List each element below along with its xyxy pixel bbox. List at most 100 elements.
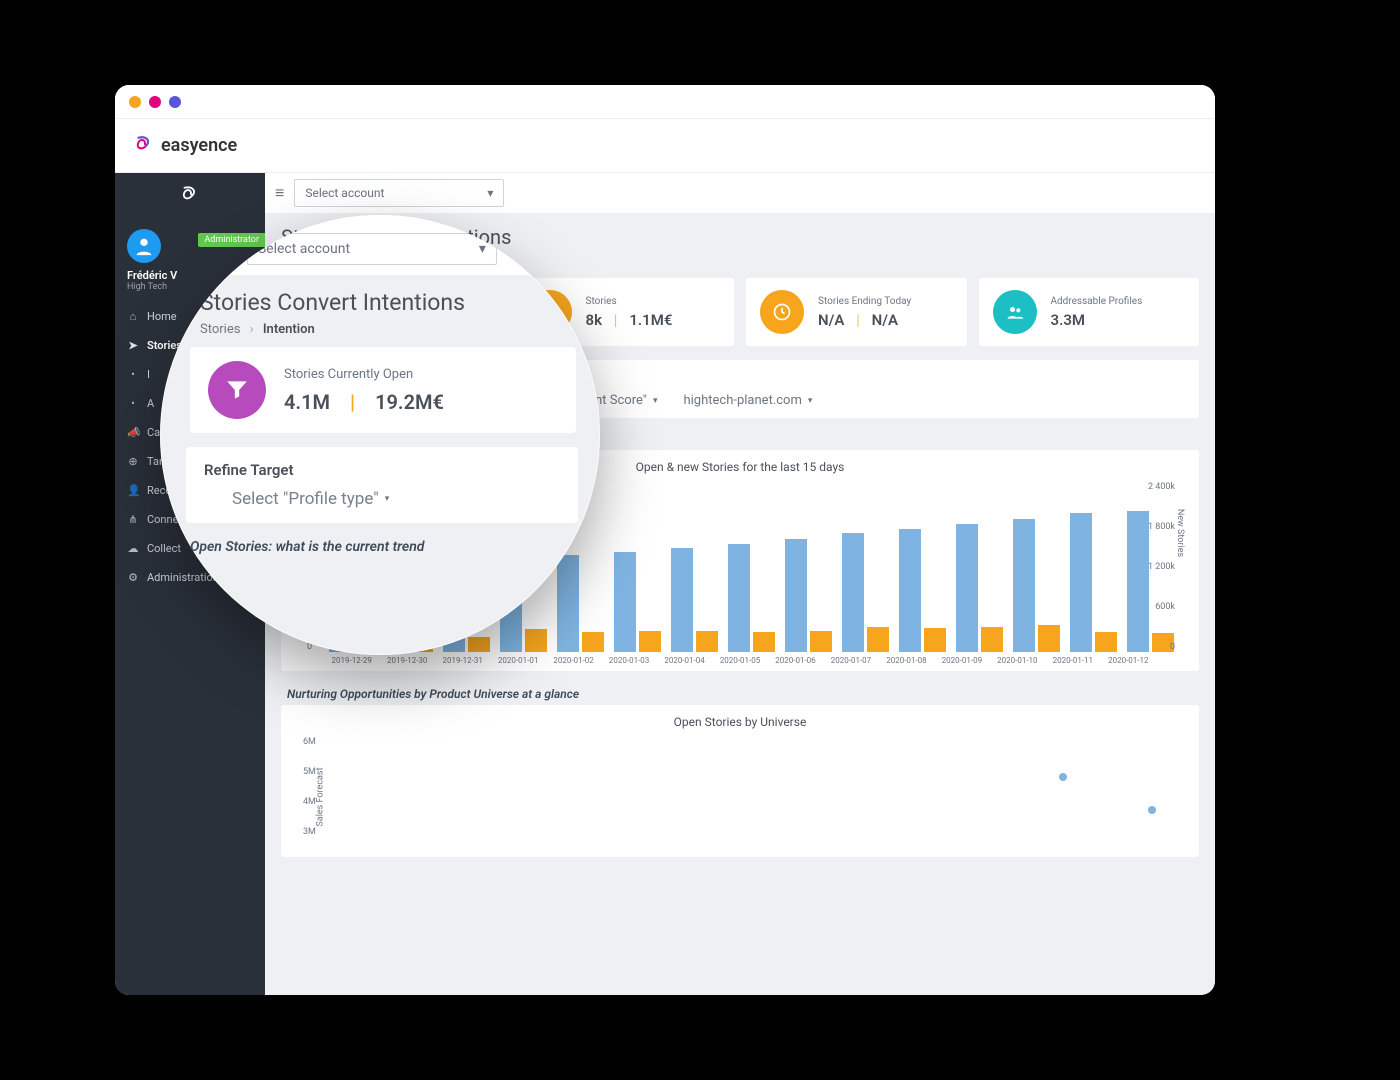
kpi-value-1: N/A [818,311,844,329]
account-select-label: Select account [305,186,384,200]
chart2-title: Open Stories by Universe [297,715,1183,729]
x-tick: 2019-12-29 [329,656,374,665]
x-tick: 2020-01-07 [828,656,873,665]
avatar [127,229,161,263]
x-tick: 2019-12-31 [440,656,485,665]
clock-icon [760,290,804,334]
page-title: Stories Convert Intentions [200,289,566,316]
y-tick-right: 0 [1170,642,1175,652]
window-dot-2[interactable] [149,96,161,108]
window-titlebar [115,85,1215,119]
kpi-value-1: 8k [586,311,603,329]
bar-new [525,629,547,652]
x-tick: 2020-01-09 [939,656,984,665]
scatter-point [1148,806,1156,814]
bar-open [1070,513,1092,652]
kpi-card: Addressable Profiles 3.3M [979,278,1200,346]
y-tick: 5M [303,767,316,777]
top-toolbar: ≡ Select account ▾ [265,173,1215,213]
sidebar-item-label: I [147,368,150,381]
chart2-ylabel: Sales Forecast [316,767,326,826]
chevron-down-icon: ▾ [653,396,658,406]
kpi-card-open-stories: Stories Currently Open 4.1M | 19.2M€ [190,347,576,433]
x-tick: 2020-01-02 [551,656,596,665]
bar-open [728,544,750,652]
sidebar-item-label: A [147,397,154,410]
bar-open [671,548,693,652]
bar-open [1127,511,1149,652]
nurturing-section-label: Nurturing Opportunities by Product Unive… [265,681,1215,705]
kpi-divider: | [856,311,859,329]
brand-name: easyence [161,135,237,156]
chevron-right-icon: › [250,322,254,337]
bar-group [557,555,604,652]
kpi-value-2: 1.1M€ [629,311,672,329]
x-tick: 2020-01-03 [606,656,651,665]
bar-group [728,544,775,652]
kpi-label: Stories Ending Today [818,296,953,307]
bar-open [785,539,807,652]
bar-open [842,533,864,652]
bar-open [614,552,636,652]
y-tick-right: 1 200k [1148,562,1175,572]
chevron-down-icon: ▾ [385,494,390,504]
account-select-label: Select account [258,241,350,257]
bar-group [785,539,832,652]
y-tick-right: 1 800k [1148,522,1175,532]
bar-new [639,631,661,652]
crumb-stories[interactable]: Stories [200,322,240,337]
kpi-divider: | [350,390,355,414]
kpi-value-2: N/A [872,311,898,329]
brand-mark-icon [133,135,155,157]
bar-group [956,524,1003,652]
bar-group [842,533,889,652]
share-icon: ⋔ [127,513,139,526]
bullhorn-icon: 📣 [127,426,139,439]
refine-dropdown[interactable]: hightech-planet.com▾ [683,393,812,408]
sidebar-item-label: Collect [147,542,181,555]
x-tick: 2020-01-06 [773,656,818,665]
kpi-value-1: 3.3M [1051,311,1086,329]
kpi-label: Stories [586,296,721,307]
hamburger-icon[interactable]: ≡ [275,183,284,203]
funnel-icon [208,361,266,419]
chevron-down-icon: ▾ [487,186,493,200]
bar-new [468,637,490,652]
cloud-icon: ☁ [127,542,139,555]
profile-type-select[interactable]: Select "Profile type" ▾ [232,489,560,509]
bar-group [671,548,718,652]
bar-new [867,627,889,652]
bar-group [899,529,946,652]
x-tick: 2020-01-08 [884,656,929,665]
x-tick: 2020-01-05 [717,656,762,665]
window-dot-1[interactable] [129,96,141,108]
trend-section-label: Open Stories: what is the current trend [160,535,600,559]
bar-new [696,631,718,652]
dot-icon: • [127,397,139,410]
chart-ylabel-right: New Stories [1175,509,1185,557]
account-select[interactable]: Select account ▾ [247,233,497,265]
account-select[interactable]: Select account ▾ [294,179,504,207]
x-tick: 2020-01-11 [1050,656,1095,665]
x-tick: 2020-01-10 [995,656,1040,665]
x-tick: 2020-01-04 [662,656,707,665]
bar-open [557,555,579,652]
profile-type-label: Select "Profile type" [232,489,379,509]
user-icon: 👤 [127,484,139,497]
bar-new [582,632,604,652]
paper-plane-icon: ➤ [127,339,139,352]
sidebar-logo-icon[interactable] [115,173,265,219]
breadcrumb[interactable]: Stories › Intention [200,322,566,337]
brand-logo[interactable]: easyence [133,135,237,157]
dot-icon: • [127,368,139,381]
kpi-label: Addressable Profiles [1051,296,1186,307]
kpi-card: Stories Ending Today N/A | N/A [746,278,967,346]
bar-new [1038,625,1060,652]
bar-open [956,524,978,652]
y-tick: 4M [303,797,316,807]
window-dot-3[interactable] [169,96,181,108]
gear-icon: ⚙ [127,571,139,584]
bar-new [810,631,832,652]
bar-new [1095,632,1117,652]
target-icon: ⊕ [127,455,139,468]
